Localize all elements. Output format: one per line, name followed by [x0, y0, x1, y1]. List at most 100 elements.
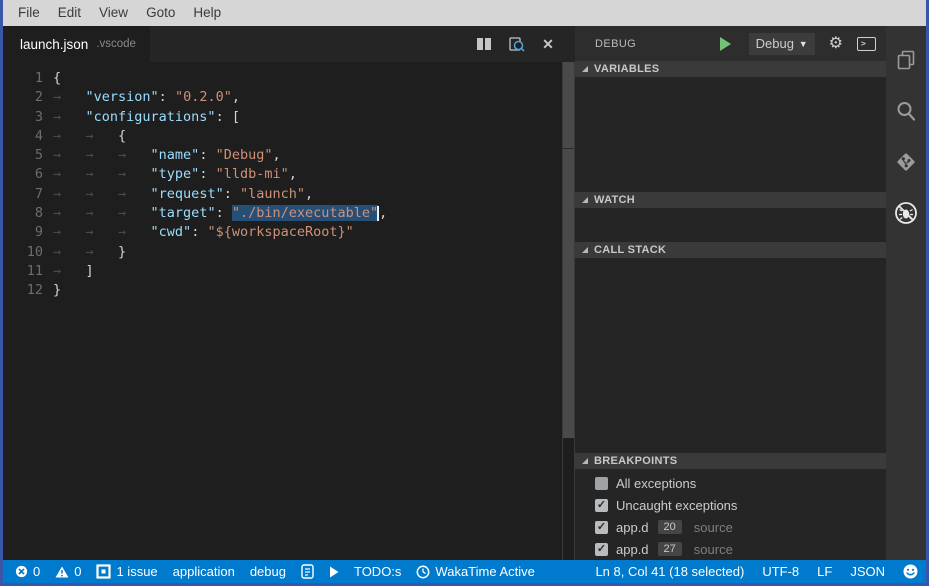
section-header-variables[interactable]: VARIABLES: [575, 61, 886, 77]
code-line-8[interactable]: 8→ → → "target": "./bin/executable",: [3, 204, 575, 223]
menu-item-edit[interactable]: Edit: [49, 0, 90, 26]
code-line-3[interactable]: 3→ "configurations": [: [3, 108, 575, 127]
watch-body[interactable]: [575, 208, 886, 242]
line-number: 7: [3, 185, 43, 204]
git-icon[interactable]: [886, 136, 926, 187]
variables-body[interactable]: [575, 77, 886, 192]
code-editor[interactable]: 1{2→ "version": "0.2.0",3→ "configuratio…: [3, 62, 575, 301]
section-label: WATCH: [594, 194, 635, 206]
line-content: → → → "type": "lldb-mi",: [53, 166, 297, 182]
gear-icon[interactable]: ⚙: [829, 36, 843, 52]
section-header-call-stack[interactable]: CALL STACK: [575, 242, 886, 258]
checkbox-checked[interactable]: ✓: [595, 543, 608, 556]
line-content: → → → "cwd": "${workspaceRoot}": [53, 224, 354, 240]
line-number: 11: [3, 262, 43, 281]
breakpoint-row[interactable]: ✓ Uncaught exceptions: [575, 494, 886, 516]
debug-sidebar: DEBUG Debug ▼ ⚙ > VARIABLES WATCH: [575, 26, 886, 560]
line-content: → "configurations": [: [53, 109, 240, 125]
breakpoint-label: All exceptions: [616, 476, 696, 491]
section-header-breakpoints[interactable]: BREAKPOINTS: [575, 453, 886, 469]
code-line-12[interactable]: 12}: [3, 281, 575, 300]
cursor-position[interactable]: Ln 8, Col 41 (18 selected): [595, 564, 744, 579]
editor-group: launch.json .vscode ✕ 1{2→ "version": "0…: [3, 26, 575, 560]
issues-icon: [96, 564, 111, 579]
chevron-down-icon: ▼: [799, 39, 808, 49]
tab-bar: launch.json .vscode ✕: [3, 26, 575, 62]
issues-status[interactable]: 1 issue: [96, 564, 157, 579]
play-icon[interactable]: [329, 566, 339, 578]
issues-label: 1 issue: [116, 564, 157, 579]
breakpoint-label: Uncaught exceptions: [616, 498, 737, 513]
code-line-1[interactable]: 1{: [3, 69, 575, 88]
code-line-11[interactable]: 11→ ]: [3, 262, 575, 281]
wakatime-status[interactable]: WakaTime Active: [416, 564, 534, 579]
menu-bar: File Edit View Goto Help: [3, 0, 926, 26]
checkbox-checked[interactable]: ✓: [595, 499, 608, 512]
smiley-icon[interactable]: [903, 564, 918, 579]
debug-console-icon[interactable]: >: [857, 37, 876, 51]
breakpoint-origin: source: [694, 520, 733, 535]
code-line-6[interactable]: 6 → → → "type": "lldb-mi",: [3, 165, 575, 184]
tab-launch-json[interactable]: launch.json .vscode: [3, 26, 150, 62]
notebook-icon[interactable]: [301, 564, 314, 579]
encoding-indicator[interactable]: UTF-8: [762, 564, 799, 579]
search-icon[interactable]: [886, 85, 926, 136]
code-line-2[interactable]: 2→ "version": "0.2.0",: [3, 88, 575, 107]
code-line-7[interactable]: 7 → → → "request": "launch",: [3, 185, 575, 204]
warning-count-value: 0: [74, 564, 81, 579]
checkbox-checked[interactable]: ✓: [595, 521, 608, 534]
language-mode[interactable]: JSON: [850, 564, 885, 579]
debug-icon[interactable]: [886, 187, 926, 238]
code-line-9[interactable]: 9→ → → "cwd": "${workspaceRoot}": [3, 223, 575, 242]
line-number: 12: [3, 281, 43, 300]
line-number: 5: [3, 146, 43, 165]
code-line-5[interactable]: 5→ → → "name": "Debug",: [3, 146, 575, 165]
breakpoints-body: All exceptions ✓ Uncaught exceptions ✓ app.d…: [575, 469, 886, 560]
section-label: CALL STACK: [594, 244, 666, 256]
debug-toolbar: DEBUG Debug ▼ ⚙ >: [575, 26, 886, 61]
task-application[interactable]: application: [173, 564, 235, 579]
line-content: → "version": "0.2.0",: [53, 89, 240, 105]
open-preview-icon[interactable]: [507, 35, 525, 53]
error-count[interactable]: 0: [15, 564, 40, 579]
twistie-icon: [582, 247, 588, 253]
line-badge: 20: [658, 520, 682, 534]
tab-filename: launch.json: [20, 37, 88, 52]
error-icon: [15, 565, 28, 578]
debug-config-dropdown[interactable]: Debug ▼: [749, 33, 815, 55]
warning-count[interactable]: 0: [55, 564, 81, 579]
breakpoint-row[interactable]: All exceptions: [575, 472, 886, 494]
breakpoint-row[interactable]: ✓app.d20source: [575, 516, 886, 538]
code-line-4[interactable]: 4→ → {: [3, 127, 575, 146]
section-header-watch[interactable]: WATCH: [575, 192, 886, 208]
breakpoint-row[interactable]: ✓app.d27source: [575, 538, 886, 560]
activity-bar: [886, 26, 926, 560]
section-label: BREAKPOINTS: [594, 455, 677, 467]
menu-item-view[interactable]: View: [90, 0, 137, 26]
line-content: }: [53, 282, 61, 298]
line-content: → → → "target": "./bin/executable",: [53, 205, 387, 221]
call-stack-body[interactable]: [575, 258, 886, 453]
checkbox-unchecked[interactable]: [595, 477, 608, 490]
line-content: → → → "request": "launch",: [53, 186, 313, 202]
line-content: → → }: [53, 244, 126, 260]
eol-indicator[interactable]: LF: [817, 564, 832, 579]
line-content: → → {: [53, 128, 126, 144]
split-editor-icon[interactable]: [475, 35, 493, 53]
start-debug-icon[interactable]: [720, 37, 731, 51]
todo-status[interactable]: TODO:s: [354, 564, 401, 579]
close-icon[interactable]: ✕: [539, 35, 557, 53]
editor-scrollbar[interactable]: [562, 62, 575, 560]
code-line-10[interactable]: 10 → → }: [3, 243, 575, 262]
scrollbar-thumb[interactable]: [563, 62, 574, 438]
menu-item-file[interactable]: File: [9, 0, 49, 26]
warning-icon: [55, 566, 69, 578]
twistie-icon: [582, 458, 588, 464]
menu-item-goto[interactable]: Goto: [137, 0, 184, 26]
breakpoint-label: app.d: [616, 542, 649, 557]
line-number: 10: [3, 243, 43, 262]
menu-item-help[interactable]: Help: [184, 0, 230, 26]
line-number: 6: [3, 165, 43, 184]
task-debug[interactable]: debug: [250, 564, 286, 579]
explorer-files-icon[interactable]: [886, 34, 926, 85]
